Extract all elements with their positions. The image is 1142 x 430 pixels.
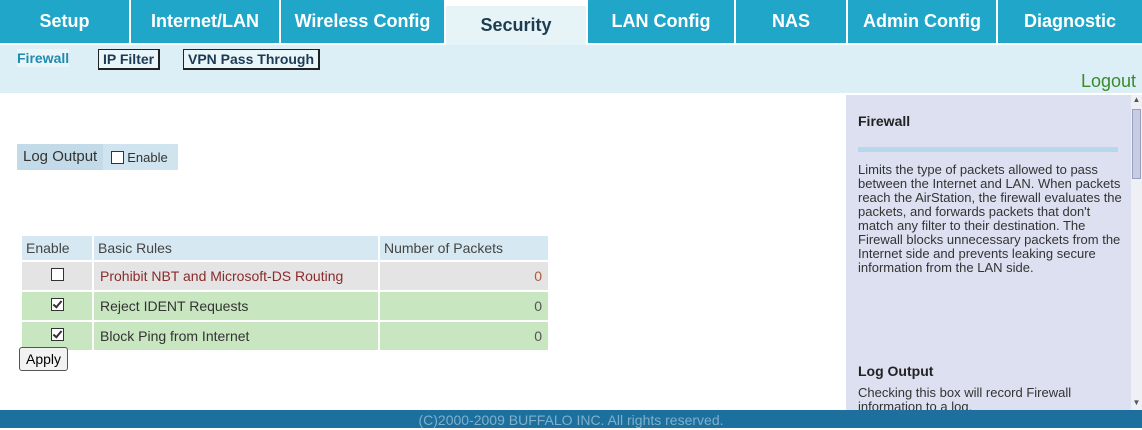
- rules-table: Enable Basic Rules Number of Packets Pro…: [20, 234, 550, 352]
- log-output-row: Log Output Enable: [17, 144, 178, 170]
- tab-security[interactable]: Security: [446, 6, 586, 45]
- rule-name: Reject IDENT Requests: [94, 292, 378, 320]
- tab-diagnostic[interactable]: Diagnostic: [998, 0, 1142, 43]
- rule-checkbox[interactable]: [50, 268, 64, 281]
- table-header-row: Enable Basic Rules Number of Packets: [22, 236, 548, 260]
- tab-internet-lan[interactable]: Internet/LAN: [131, 0, 279, 43]
- rule-enable-cell[interactable]: [22, 322, 92, 350]
- log-output-label: Log Output: [17, 144, 104, 170]
- scroll-up-icon[interactable]: ▲: [1131, 95, 1142, 107]
- apply-button[interactable]: Apply: [19, 347, 69, 371]
- table-row: Reject IDENT Requests 0: [22, 292, 548, 320]
- rule-checkbox[interactable]: [50, 298, 64, 311]
- help-panel: Firewall Limits the type of packets allo…: [846, 95, 1132, 410]
- header-enable: Enable: [22, 236, 92, 260]
- rule-packets: 0: [380, 322, 548, 350]
- help-title: Firewall: [858, 113, 911, 129]
- rule-checkbox[interactable]: [50, 328, 64, 341]
- tab-nas[interactable]: NAS: [736, 0, 846, 43]
- rule-enable-cell[interactable]: [22, 292, 92, 320]
- rule-packets: 0: [380, 262, 548, 290]
- subtab-vpn-pass-through[interactable]: VPN Pass Through: [183, 49, 321, 70]
- tab-wireless-config[interactable]: Wireless Config: [281, 0, 444, 43]
- header-number-of-packets: Number of Packets: [380, 236, 548, 260]
- help-section-text: Checking this box will record Firewall i…: [858, 385, 1072, 411]
- sub-nav: Firewall IP Filter VPN Pass Through Logo…: [0, 45, 1142, 93]
- help-text: Limits the type of packets allowed to pa…: [858, 162, 1122, 275]
- help-section-title: Log Output: [858, 363, 934, 379]
- rule-name: Prohibit NBT and Microsoft-DS Routing: [94, 262, 378, 290]
- tab-setup[interactable]: Setup: [0, 0, 129, 43]
- header-basic-rules: Basic Rules: [94, 236, 378, 260]
- subtab-ip-filter[interactable]: IP Filter: [98, 49, 161, 70]
- tab-lan-config[interactable]: LAN Config: [588, 0, 734, 43]
- rule-name: Block Ping from Internet: [94, 322, 378, 350]
- subtab-firewall[interactable]: Firewall: [17, 49, 70, 67]
- help-scrollbar[interactable]: ▲ ▼: [1131, 95, 1142, 410]
- top-nav: Setup Internet/LAN Wireless Config Secur…: [0, 0, 1142, 45]
- tab-admin-config[interactable]: Admin Config: [848, 0, 996, 43]
- table-row: Block Ping from Internet 0: [22, 322, 548, 350]
- log-output-enable[interactable]: Enable: [103, 150, 177, 165]
- help-divider: [858, 147, 1118, 152]
- rule-packets: 0: [380, 292, 548, 320]
- footer: (C)2000-2009 BUFFALO INC. All rights res…: [0, 410, 1142, 428]
- scroll-thumb[interactable]: [1132, 109, 1141, 179]
- table-row: Prohibit NBT and Microsoft-DS Routing 0: [22, 262, 548, 290]
- scroll-down-icon[interactable]: ▼: [1131, 398, 1142, 410]
- logout-link[interactable]: Logout: [1081, 71, 1136, 92]
- rule-enable-cell[interactable]: [22, 262, 92, 290]
- log-output-checkbox[interactable]: [111, 150, 125, 164]
- log-output-enable-label: Enable: [127, 149, 168, 165]
